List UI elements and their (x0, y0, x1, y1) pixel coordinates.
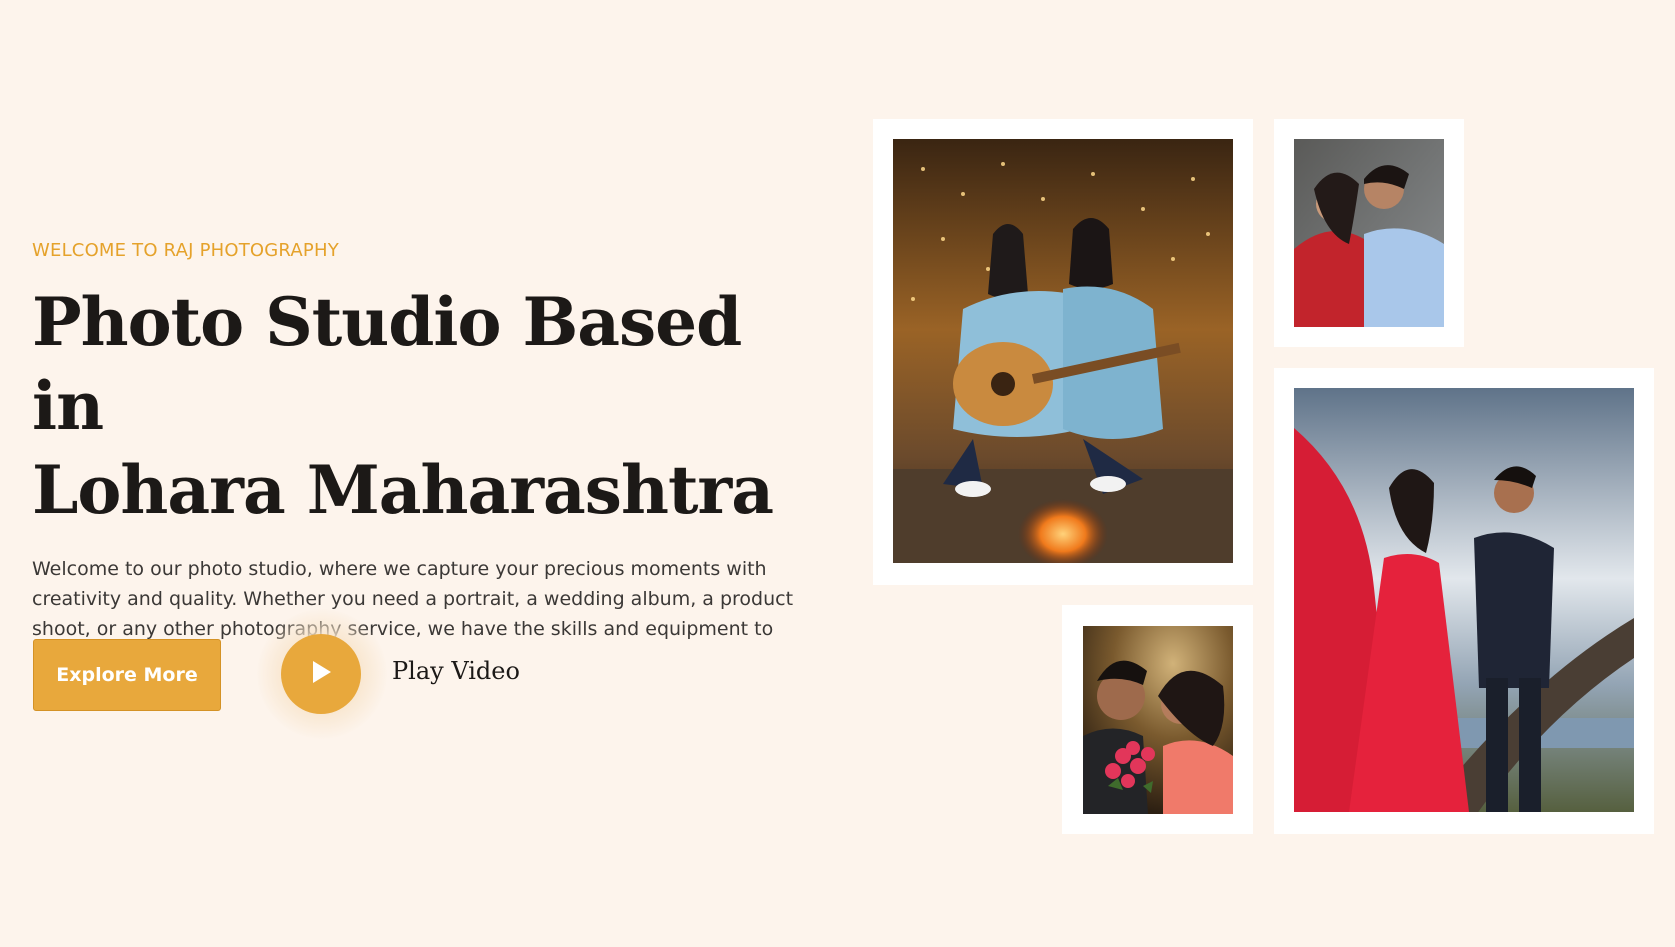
hero-text: WELCOME TO RAJ PHOTOGRAPHY Photo Studio … (32, 238, 822, 674)
hero-headline-line1: Photo Studio Based in (32, 283, 742, 445)
play-video-link[interactable]: Play Video (392, 657, 520, 685)
photo-couple-roses[interactable] (1083, 626, 1233, 814)
hero-headline-line2: Lohara Maharashtra (32, 451, 774, 529)
gallery-frame-guitar (873, 119, 1253, 585)
hero-headline: Photo Studio Based in Lohara Maharashtra (32, 280, 822, 532)
photo-couple-guitar[interactable] (893, 139, 1233, 563)
gallery-frame-red-dress (1274, 368, 1654, 834)
gallery-frame-roses (1062, 605, 1253, 834)
play-icon (308, 658, 334, 690)
hero-eyebrow: WELCOME TO RAJ PHOTOGRAPHY (32, 240, 339, 261)
photo-couple-red-dress[interactable] (1294, 388, 1634, 812)
explore-more-button[interactable]: Explore More (33, 639, 221, 711)
gallery-frame-embrace (1274, 119, 1464, 347)
play-video-button[interactable] (281, 634, 361, 714)
photo-couple-embrace[interactable] (1294, 139, 1444, 327)
